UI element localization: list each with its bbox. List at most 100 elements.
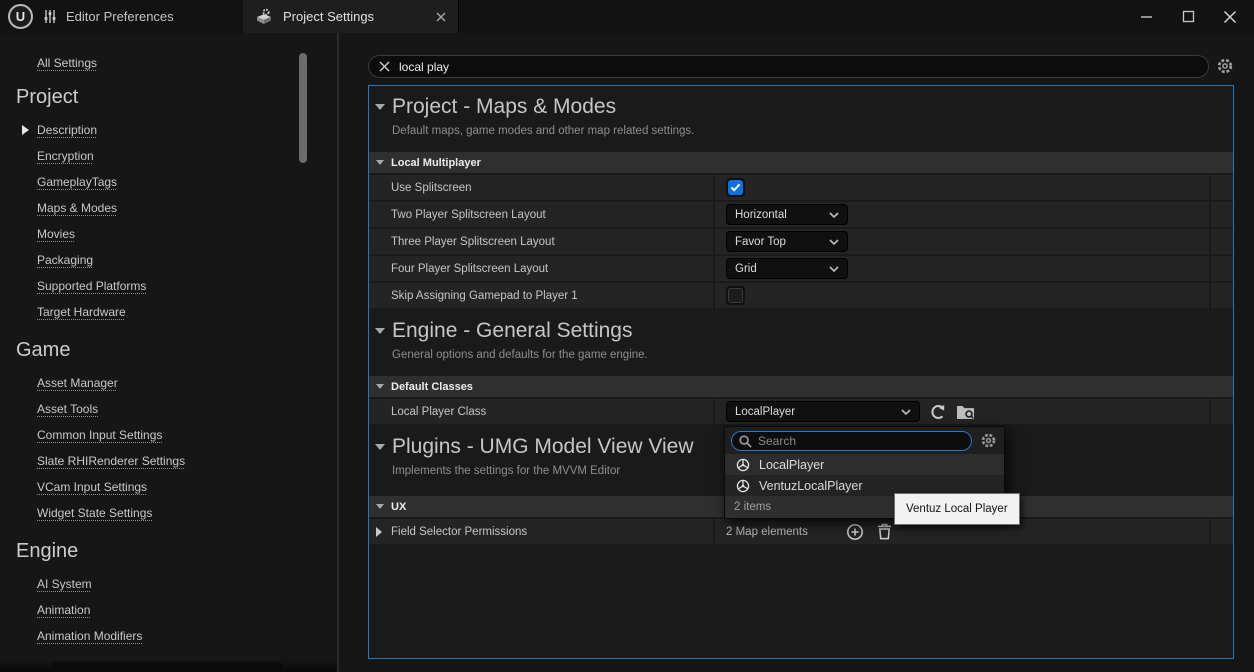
sidebar-item-gameplaytags[interactable]: GameplayTags [0,169,337,195]
two-player-layout-dropdown[interactable]: Horizontal [726,204,848,225]
category-default-classes[interactable]: Default Classes [369,376,1233,397]
sidebar-item-packaging[interactable]: Packaging [0,247,337,273]
class-option-localplayer[interactable]: LocalPlayer [725,454,1004,475]
use-selected-asset-icon[interactable] [929,403,947,421]
clear-search-icon[interactable] [379,61,390,72]
window-maximize-icon[interactable] [1176,5,1200,29]
row-use-splitscreen: Use Splitscreen [369,175,1233,202]
sidebar-bottom-fade [0,659,337,672]
section-subtitle: Default maps, game modes and other map r… [392,125,1233,137]
tab-label: Editor Preferences [66,9,174,24]
sidebar-scrollbar[interactable] [299,53,307,163]
category-local-multiplayer[interactable]: Local Multiplayer [369,152,1233,173]
collapse-arrow-icon [376,384,384,389]
row-field-selector-permissions: Field Selector Permissions 2 Map element… [369,519,1233,546]
package-gear-icon [255,8,273,25]
property-label: Local Player Class [369,399,713,424]
settings-gear-icon[interactable] [980,432,997,449]
chevron-down-icon [829,212,839,218]
sliders-icon [44,9,56,24]
sidebar-item-animation[interactable]: Animation [0,597,337,623]
row-reset-column [1209,283,1233,308]
four-player-layout-dropdown[interactable]: Grid [726,258,848,279]
search-input[interactable]: local play [368,55,1209,78]
chevron-down-icon [901,409,911,415]
search-value: local play [399,60,449,74]
sidebar-item-encryption[interactable]: Encryption [0,143,337,169]
sidebar-item-asset-manager[interactable]: Asset Manager [0,370,337,396]
section-subtitle: General options and defaults for the gam… [392,349,1233,361]
class-search-input[interactable] [731,431,972,451]
property-label: Two Player Splitscreen Layout [369,202,713,227]
delete-elements-icon[interactable] [877,523,892,540]
map-elements-count: 2 Map elements [726,526,808,538]
expand-arrow-icon [22,125,29,135]
check-icon [730,183,741,192]
row-reset-column [1209,229,1233,254]
category-label: UX [391,501,406,513]
add-element-icon[interactable] [846,523,864,541]
collapse-arrow-icon[interactable] [375,328,385,334]
unreal-logo-icon: U [8,4,33,29]
sidebar-item-slate-rhirenderer-settings[interactable]: Slate RHIRenderer Settings [0,448,337,474]
section-header-engine-general: Engine - General Settings General option… [369,310,1233,376]
project-settings-window: U Editor Preferences [0,0,1254,672]
use-splitscreen-checkbox[interactable] [726,178,745,197]
window-close-icon[interactable] [1218,5,1242,29]
browse-to-asset-icon[interactable] [956,403,975,420]
sidebar-item-target-hardware[interactable]: Target Hardware [0,299,337,325]
sidebar-section-project: Project [16,86,337,109]
section-title: Project - Maps & Modes [392,95,616,119]
sidebar-item-animation-modifiers[interactable]: Animation Modifiers [0,623,337,649]
row-local-player-class: Local Player Class LocalPlayer [369,399,1233,426]
row-reset-column [1209,202,1233,227]
category-label: Default Classes [391,381,473,393]
settings-gear-icon[interactable] [1216,57,1234,75]
sidebar-item-vcam-input-settings[interactable]: VCam Input Settings [0,474,337,500]
collapse-arrow-icon[interactable] [375,444,385,450]
sidebar-section-game: Game [16,339,337,362]
window-minimize-icon[interactable] [1134,5,1158,29]
sidebar-section-engine: Engine [16,540,337,563]
sidebar-item-maps-modes[interactable]: Maps & Modes [0,195,337,221]
tooltip: Ventuz Local Player [894,493,1020,525]
row-four-player-layout: Four Player Splitscreen Layout Grid [369,256,1233,283]
collapse-arrow-icon[interactable] [375,104,385,110]
sidebar-item-widget-state-settings[interactable]: Widget State Settings [0,500,337,526]
property-label: Skip Assigning Gamepad to Player 1 [369,283,713,308]
search-magnifier-icon [738,434,753,449]
titlebar: U Editor Preferences [0,0,1254,33]
sidebar-item-common-input-settings[interactable]: Common Input Settings [0,422,337,448]
sidebar-item-description[interactable]: Description [0,117,337,143]
collapse-arrow-icon [376,160,384,165]
sidebar-item-ai-system[interactable]: AI System [0,571,337,597]
three-player-layout-dropdown[interactable]: Favor Top [726,231,848,252]
chevron-down-icon [829,239,839,245]
property-label: Four Player Splitscreen Layout [369,256,713,281]
class-wheel-icon [736,479,750,493]
property-label: Field Selector Permissions [391,526,527,538]
local-player-class-dropdown[interactable]: LocalPlayer [726,401,920,422]
row-three-player-layout: Three Player Splitscreen Layout Favor To… [369,229,1233,256]
class-wheel-icon [736,458,750,472]
sidebar-item-all-settings[interactable]: All Settings [37,56,97,70]
sidebar-item-asset-tools[interactable]: Asset Tools [0,396,337,422]
chevron-down-icon [829,266,839,272]
expand-arrow-icon[interactable] [376,527,382,537]
collapse-arrow-icon [376,504,384,509]
section-header-maps-modes: Project - Maps & Modes Default maps, gam… [369,86,1233,152]
section-title: Engine - General Settings [392,319,632,343]
sidebar-item-movies[interactable]: Movies [0,221,337,247]
tab-editor-preferences[interactable]: Editor Preferences [44,0,174,33]
category-label: Local Multiplayer [391,157,481,169]
skip-gamepad-checkbox[interactable] [726,286,745,305]
row-reset-column [1209,519,1233,544]
tab-close-icon[interactable] [436,12,446,22]
row-reset-column [1209,175,1233,200]
tab-project-settings[interactable]: Project Settings [243,0,459,33]
settings-panel: Project - Maps & Modes Default maps, gam… [368,85,1234,659]
settings-main: local play Project - Maps & Modes Defaul… [339,33,1254,672]
property-label: Use Splitscreen [369,175,713,200]
sidebar-item-supported-platforms[interactable]: Supported Platforms [0,273,337,299]
section-title: Plugins - UMG Model View View [392,435,694,459]
